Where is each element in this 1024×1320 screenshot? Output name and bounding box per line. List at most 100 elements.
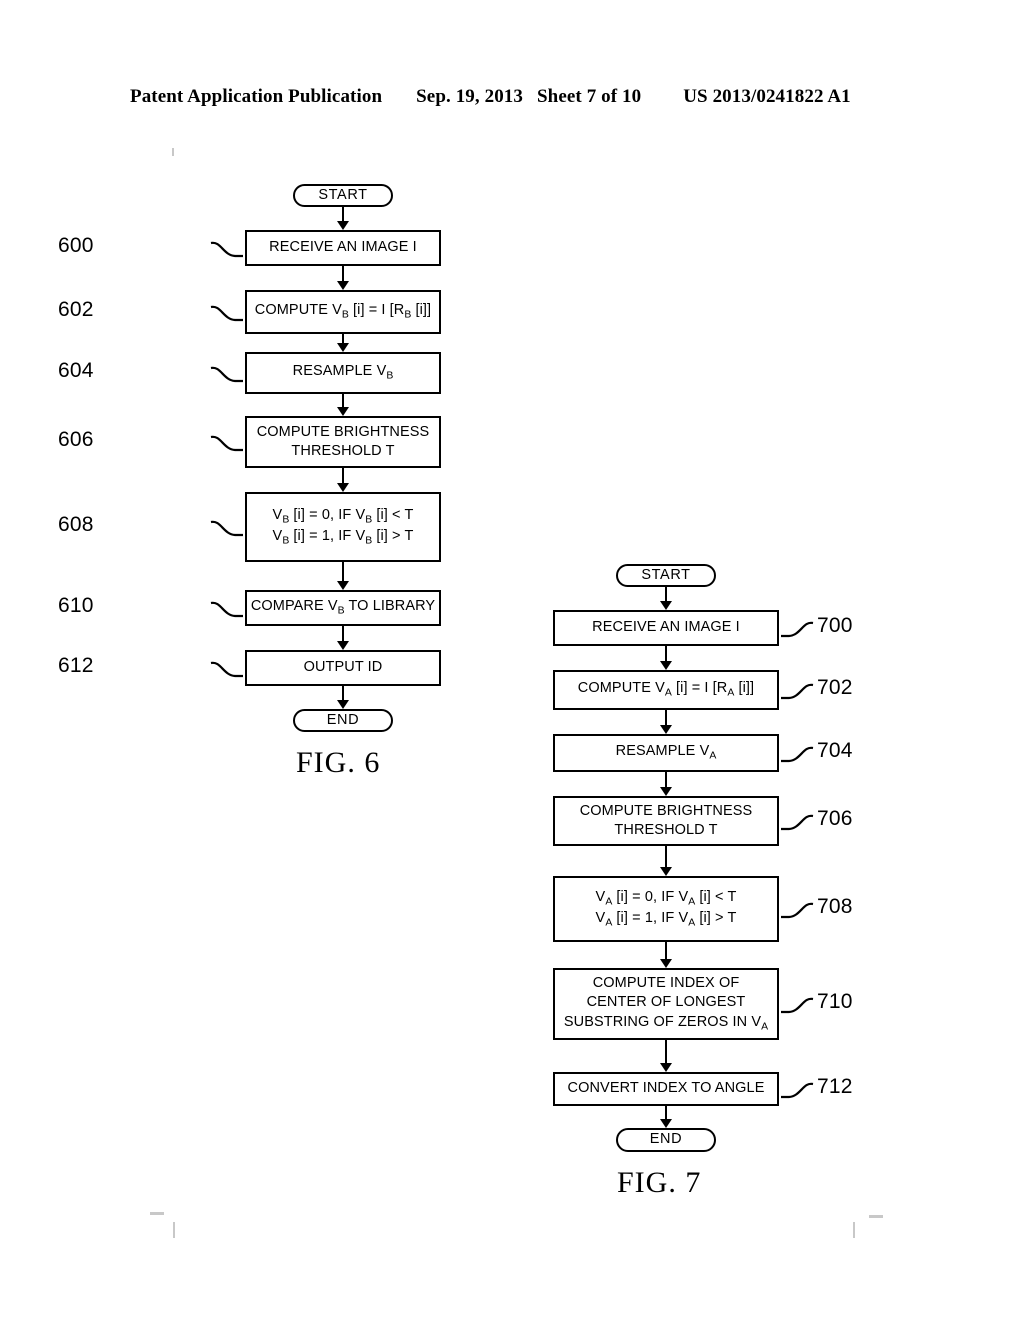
reference-numeral-608: 608 [58,513,94,536]
start-terminal: START [616,564,716,587]
flow-connector [341,562,345,582]
flow-arrowhead [337,700,349,709]
process-step-label: COMPUTE BRIGHTNESS [579,802,753,819]
reference-leader-line [210,366,243,383]
flow-connector [341,394,345,408]
process-step-label: THRESHOLD T [291,443,395,459]
process-step-602: COMPUTE VB [i] = I [RB [i]] [245,290,441,334]
process-step-label: COMPARE VB TO LIBRARY [250,598,436,617]
start-terminal-label: START [318,186,368,203]
header-publication: Patent Application Publication [130,86,383,107]
flow-arrowhead [660,725,672,734]
reference-numeral-712: 712 [817,1075,853,1098]
reference-numeral-602: 602 [58,298,94,321]
reference-leader-line [781,746,814,763]
flow-arrowhead [660,867,672,876]
registration-mark-bottom-right [869,1215,883,1218]
process-step-700: RECEIVE AN IMAGE I [553,610,779,646]
registration-mark-top-left [172,148,174,156]
flow-connector [664,1040,668,1064]
flow-connector [664,710,668,726]
reference-leader-line [781,1082,814,1099]
end-terminal: END [616,1128,716,1152]
reference-leader-line [210,601,243,618]
reference-leader-line [210,305,243,322]
flow-arrowhead [337,483,349,492]
flow-connector [341,468,345,484]
process-step-label: VB [i] = 1, IF VB [i] > T [272,528,414,547]
process-step-label: RESAMPLE VB [292,363,394,382]
header-date: Sep. 19, 2013 [416,86,524,107]
flow-arrowhead [337,221,349,230]
process-step-708: VA [i] = 0, IF VA [i] < T VA [i] = 1, IF … [553,876,779,942]
page-header: Patent Application Publication Sep. 19, … [130,86,894,108]
start-terminal-label: START [641,566,691,583]
flow-connector [664,587,668,602]
process-step-label: VB [i] = 0, IF VB [i] < T [272,506,414,526]
registration-mark-bottom-right-v [853,1222,855,1238]
flow-connector [341,626,345,642]
flow-arrowhead [660,601,672,610]
process-step-610: COMPARE VB TO LIBRARY [245,590,441,626]
flow-connector [664,772,668,788]
process-step-label: CENTER OF LONGEST [586,994,746,1011]
process-step-label: RECEIVE AN IMAGE I [269,239,417,256]
flow-arrowhead [660,1063,672,1072]
process-step-702: COMPUTE VA [i] = I [RA [i]] [553,670,779,710]
reference-leader-line [210,661,243,678]
process-step-604: RESAMPLE VB [245,352,441,394]
reference-numeral-708: 708 [817,895,853,918]
reference-leader-line [781,683,814,700]
reference-numeral-600: 600 [58,234,94,257]
process-step-label: CONVERT INDEX TO ANGLE [567,1080,765,1097]
reference-leader-line [781,902,814,919]
flow-connector [664,646,668,662]
process-step-label: COMPUTE VB [i] = I [RB [i]] [254,302,432,321]
process-step-label: VA [i] = 0, IF VA [i] < T [595,888,737,908]
process-step-606: COMPUTE BRIGHTNESS THRESHOLD T [245,416,441,468]
figure-caption: FIG. 6 [296,746,381,779]
process-step-label: THRESHOLD T [614,822,718,838]
process-step-706: COMPUTE BRIGHTNESS THRESHOLD T [553,796,779,846]
process-step-label: RESAMPLE VA [615,743,717,762]
header-patent-number: US 2013/0241822 A1 [683,86,851,107]
flow-connector [341,266,345,282]
process-step-label: COMPUTE BRIGHTNESS [256,423,430,440]
reference-numeral-700: 700 [817,614,853,637]
process-step-label: SUBSTRING OF ZEROS IN VA [563,1013,769,1032]
reference-numeral-610: 610 [58,594,94,617]
flow-arrowhead [337,581,349,590]
reference-leader-line [210,241,243,258]
reference-leader-line [781,997,814,1014]
flow-arrowhead [337,641,349,650]
process-step-label: RECEIVE AN IMAGE I [592,619,740,636]
flow-connector [664,942,668,960]
flow-connector [664,846,668,868]
process-step-712: CONVERT INDEX TO ANGLE [553,1072,779,1106]
reference-numeral-706: 706 [817,807,853,830]
reference-leader-line [210,520,243,537]
registration-mark-bottom-left-v [173,1222,175,1238]
flow-arrowhead [660,1119,672,1128]
reference-numeral-710: 710 [817,990,853,1013]
flow-arrowhead [337,407,349,416]
figure-caption: FIG. 7 [617,1166,702,1199]
flow-connector [664,1106,668,1120]
header-sheet: Sheet 7 of 10 [537,86,642,107]
process-step-label: COMPUTE INDEX OF [592,975,740,992]
flow-arrowhead [337,343,349,352]
registration-mark-bottom-left [150,1212,164,1215]
reference-numeral-702: 702 [817,676,853,699]
process-step-600: RECEIVE AN IMAGE I [245,230,441,266]
process-step-612: OUTPUT ID [245,650,441,686]
reference-leader-line [781,621,814,638]
flow-arrowhead [660,661,672,670]
reference-leader-line [781,814,814,831]
process-step-label: OUTPUT ID [303,659,383,676]
reference-leader-line [210,435,243,452]
flow-arrowhead [660,959,672,968]
reference-numeral-606: 606 [58,428,94,451]
start-terminal: START [293,184,393,207]
end-terminal: END [293,709,393,732]
reference-numeral-704: 704 [817,739,853,762]
